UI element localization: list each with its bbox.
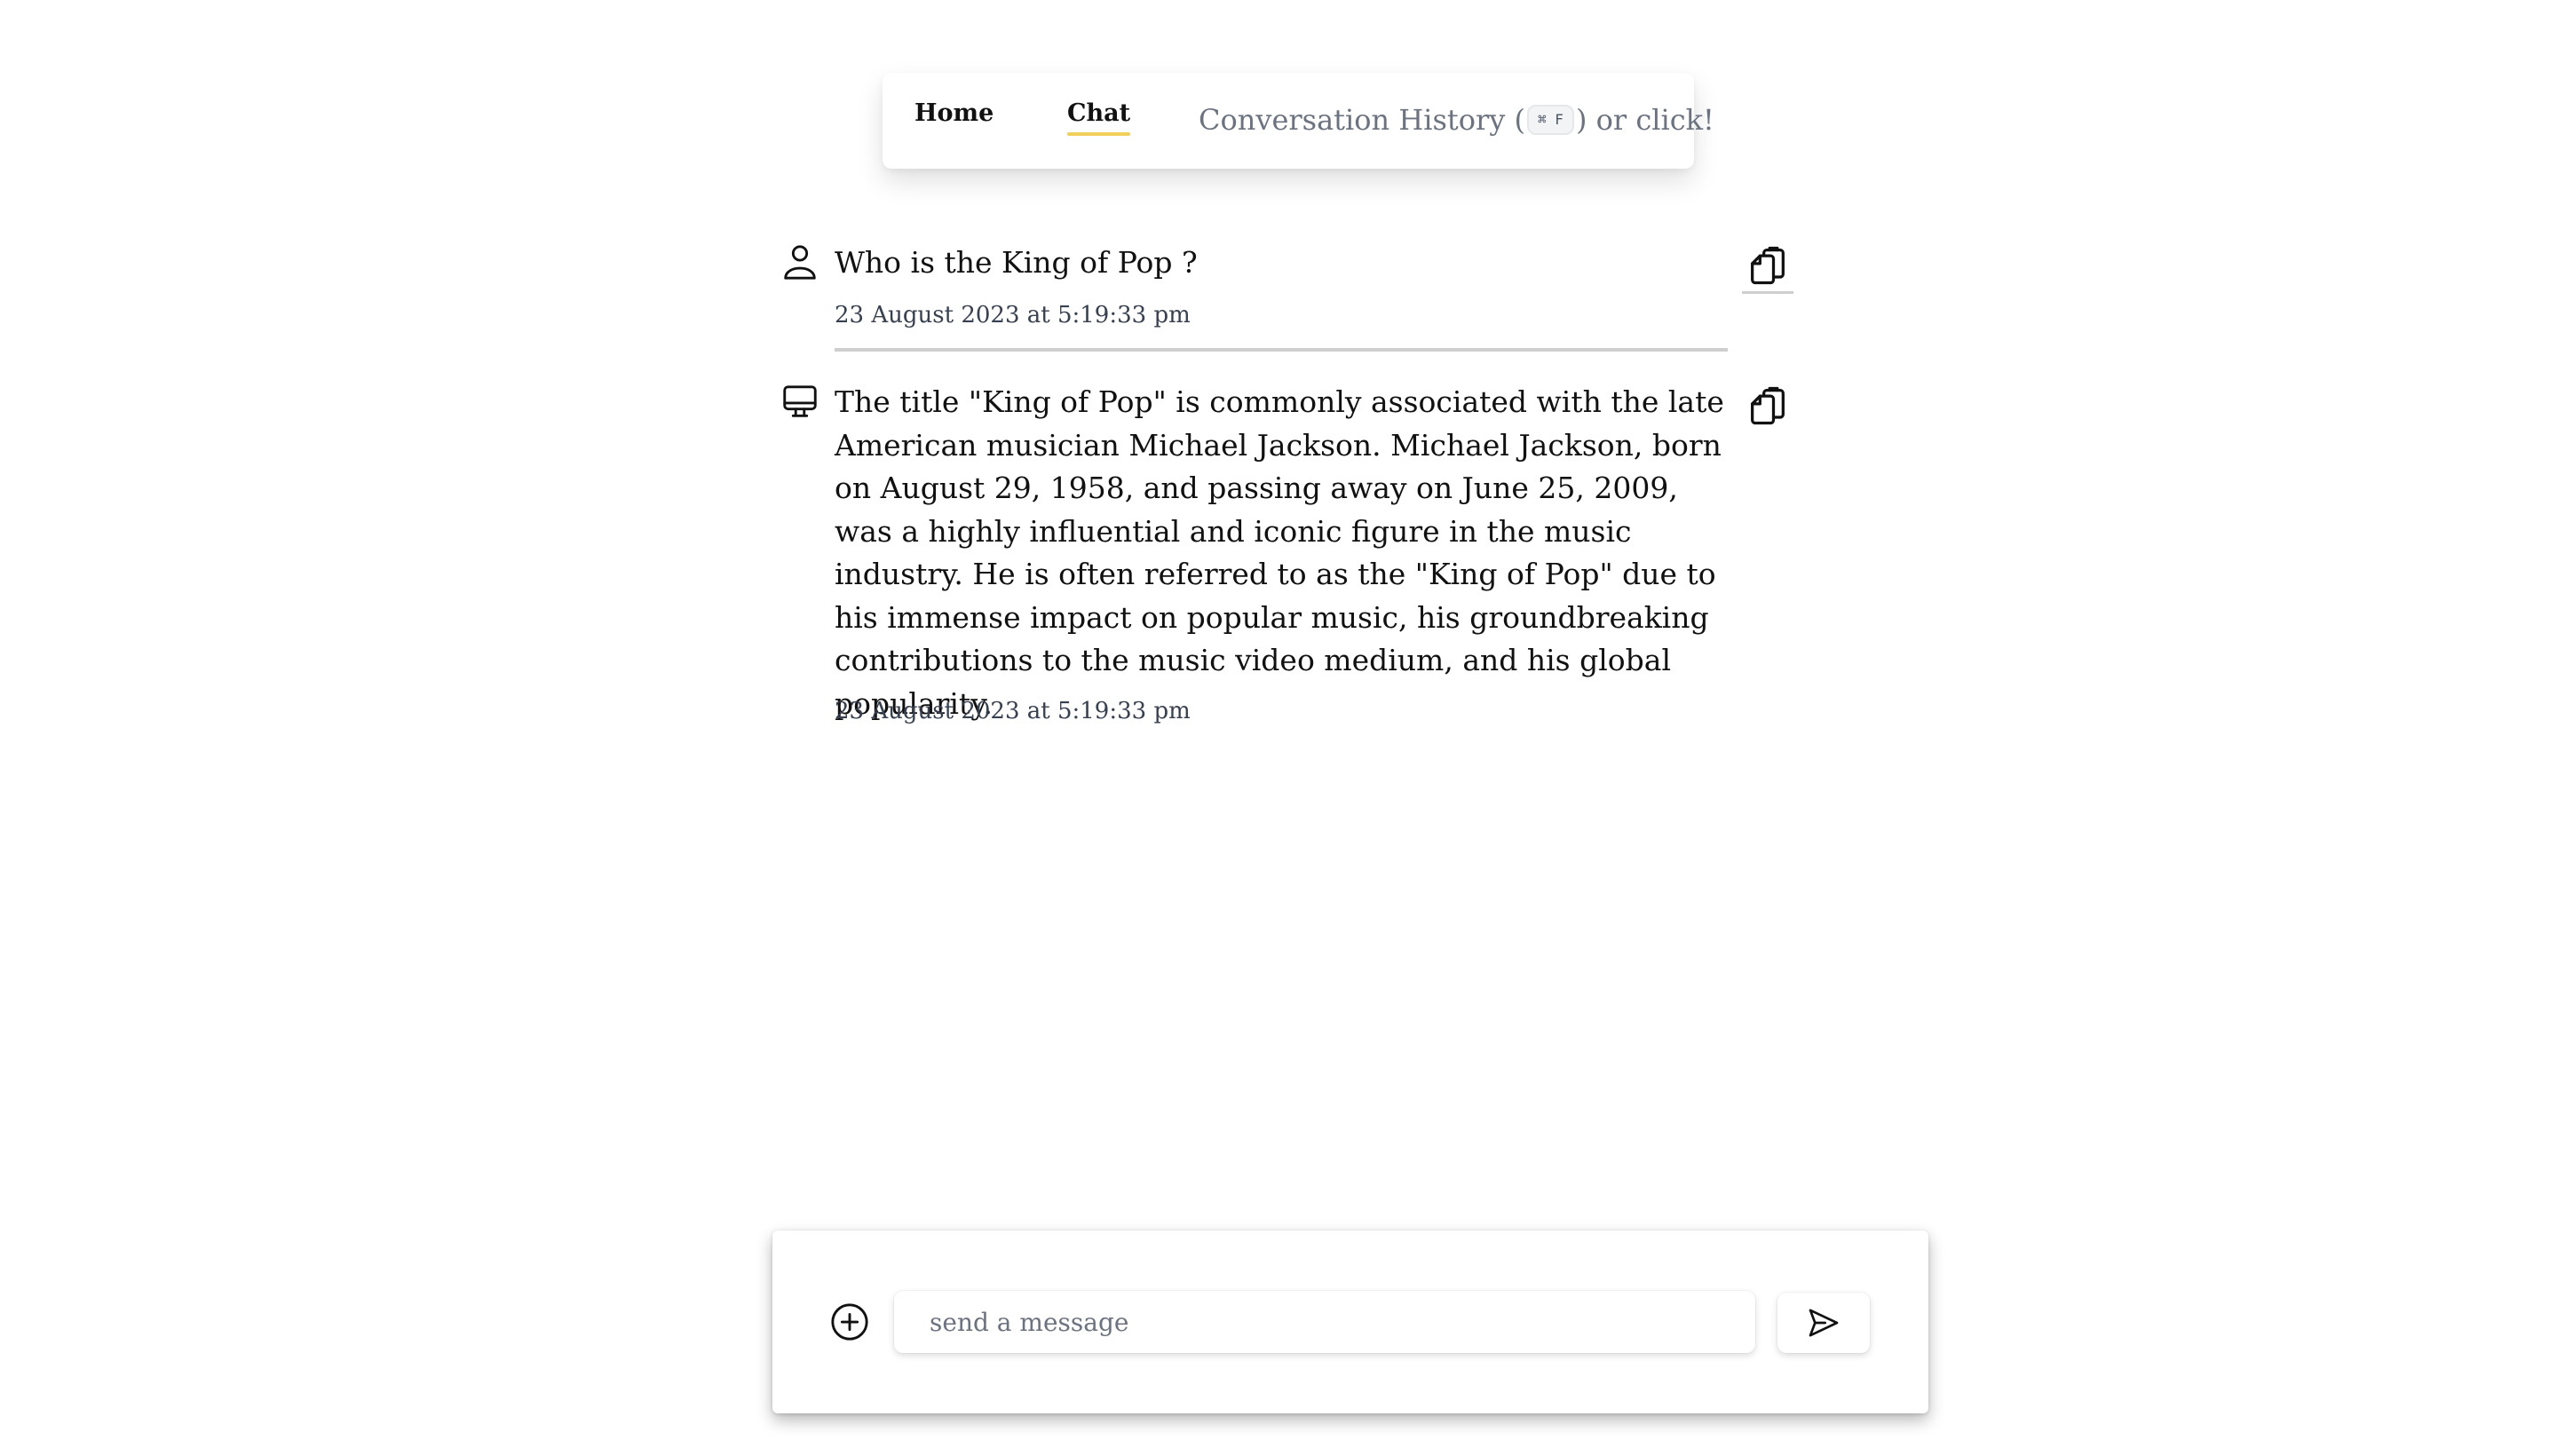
message-divider xyxy=(835,348,1728,352)
copy-user-message-button[interactable] xyxy=(1742,240,1793,294)
plus-circle-icon[interactable] xyxy=(829,1302,870,1342)
nav-chat-link[interactable]: Chat xyxy=(1067,99,1131,136)
send-icon xyxy=(1809,1309,1839,1337)
user-icon xyxy=(784,245,816,280)
nav-chat-label: Chat xyxy=(1067,99,1131,127)
message-input[interactable] xyxy=(894,1291,1755,1353)
message-composer xyxy=(772,1230,1928,1413)
conversation-history-button[interactable]: Conversation History ( ⌘ F ) or click! xyxy=(1199,103,1714,137)
history-label-suffix: ) or click! xyxy=(1575,103,1714,137)
clipboard-copy-icon xyxy=(1751,386,1785,425)
top-nav: Home Chat Conversation History ( ⌘ F ) o… xyxy=(883,73,1714,169)
send-button[interactable] xyxy=(1777,1293,1870,1353)
assistant-message-timestamp: 23 August 2023 at 5:19:33 pm xyxy=(835,698,1191,724)
nav-home-link[interactable]: Home xyxy=(914,99,994,127)
active-tab-indicator xyxy=(1067,132,1131,136)
monitor-icon xyxy=(783,385,817,417)
copy-assistant-message-button[interactable] xyxy=(1742,380,1793,431)
assistant-message-text: The title "King of Pop" is commonly asso… xyxy=(835,384,1724,721)
keyboard-shortcut-badge: ⌘ F xyxy=(1527,105,1574,135)
user-message-timestamp: 23 August 2023 at 5:19:33 pm xyxy=(835,302,1191,328)
clipboard-copy-icon xyxy=(1751,246,1785,285)
history-label-prefix: Conversation History ( xyxy=(1199,103,1526,137)
user-message-text: Who is the King of Pop ? xyxy=(835,245,1198,280)
